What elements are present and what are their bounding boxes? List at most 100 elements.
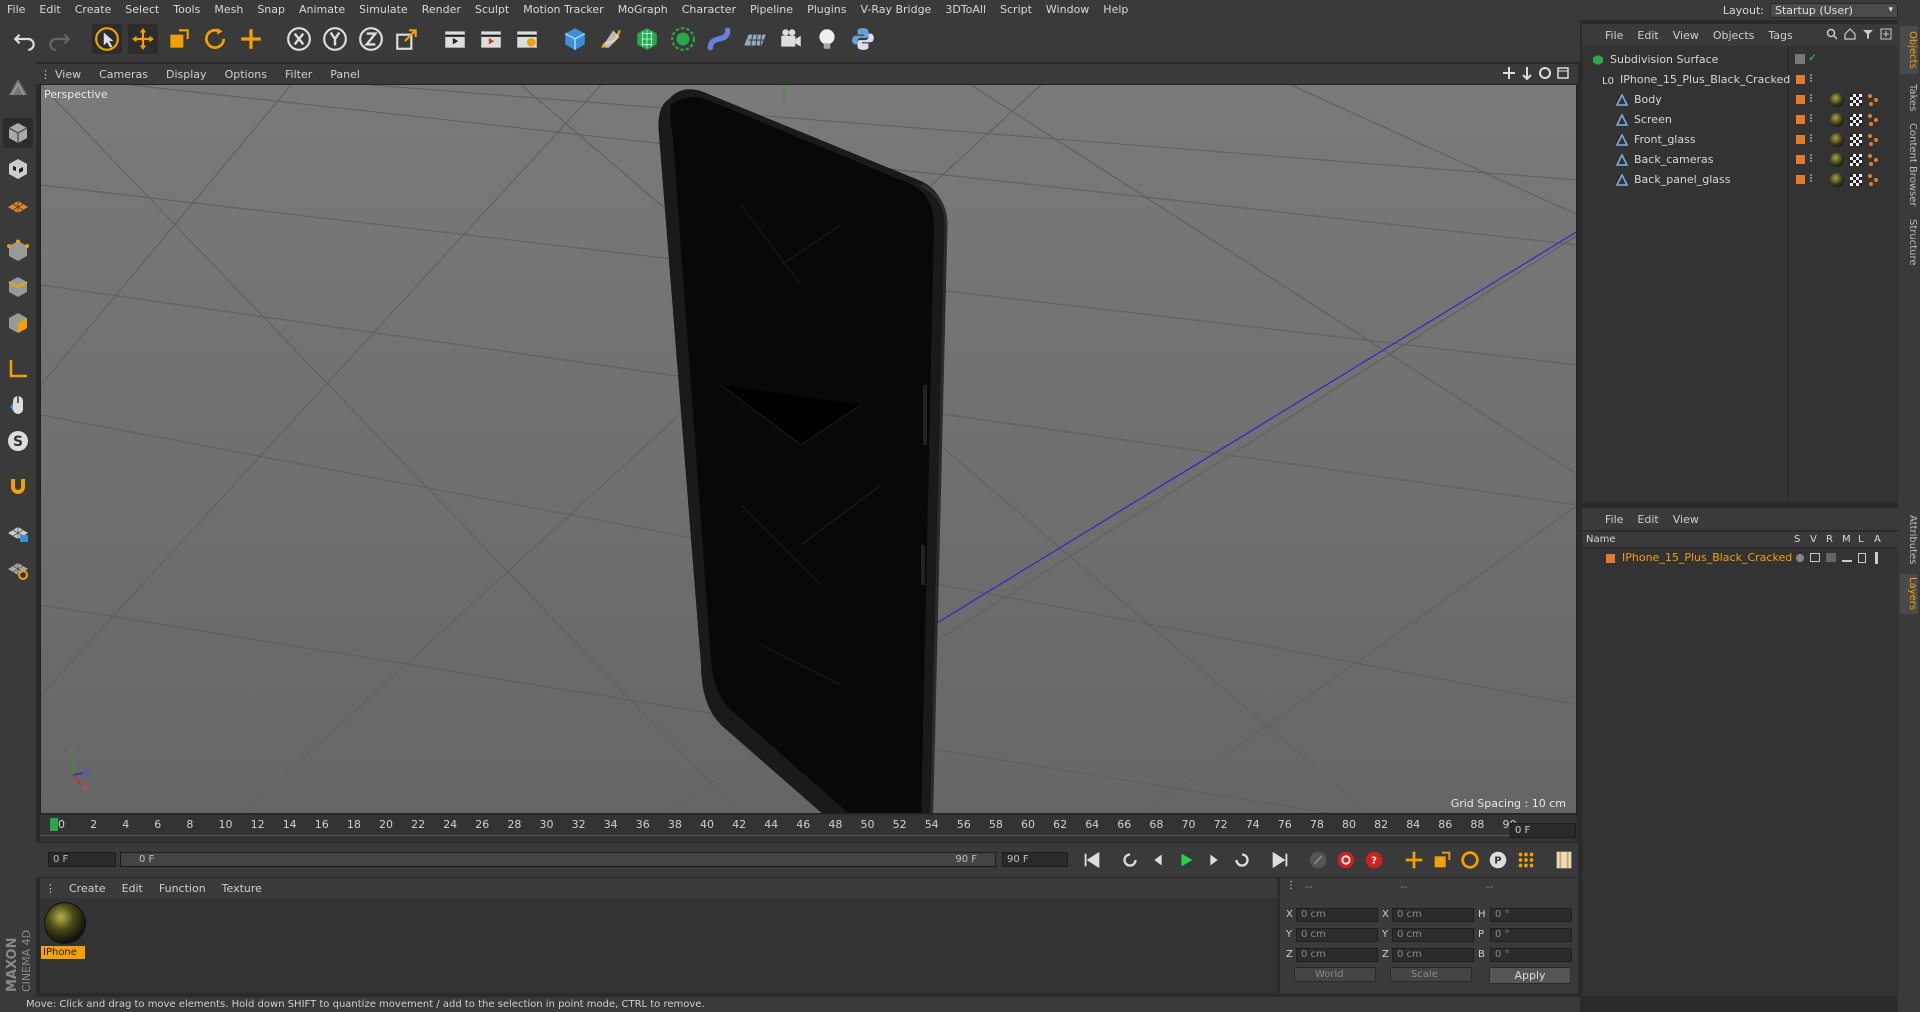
next-key-icon[interactable] bbox=[1230, 848, 1254, 872]
object-row[interactable]: Front_glass bbox=[1582, 130, 1898, 150]
next-frame-icon[interactable] bbox=[1202, 848, 1226, 872]
position-value-field[interactable]: 0 cm bbox=[1296, 908, 1378, 922]
texture-mode-icon[interactable] bbox=[3, 154, 33, 184]
camera-icon[interactable] bbox=[776, 24, 806, 54]
start-frame-field[interactable]: 0 F bbox=[48, 852, 116, 867]
end-frame-field[interactable]: 90 F bbox=[1002, 852, 1068, 867]
deformer-icon[interactable] bbox=[704, 24, 734, 54]
viewport-menu-view[interactable]: View bbox=[46, 68, 90, 81]
go-to-start-icon[interactable] bbox=[1080, 848, 1104, 872]
x-axis-lock-icon[interactable] bbox=[284, 24, 314, 54]
rotate-tool-icon[interactable] bbox=[200, 24, 230, 54]
tab-content-browser[interactable]: Content Browser bbox=[1900, 122, 1918, 208]
rotation-value-field[interactable]: 0 ° bbox=[1490, 908, 1572, 922]
menu-help[interactable]: Help bbox=[1096, 0, 1135, 20]
menu-snap[interactable]: Snap bbox=[250, 0, 292, 20]
menu-pipeline[interactable]: Pipeline bbox=[743, 0, 800, 20]
viewport-menu-options[interactable]: Options bbox=[216, 68, 276, 81]
timeline-window-icon[interactable] bbox=[1552, 848, 1576, 872]
material-tag-icon[interactable] bbox=[1830, 153, 1844, 167]
menu-motion-tracker[interactable]: Motion Tracker bbox=[516, 0, 610, 20]
layer-color-chip[interactable] bbox=[1796, 135, 1805, 144]
viewport-menu-filter[interactable]: Filter bbox=[276, 68, 321, 81]
key-parameter-icon[interactable]: P bbox=[1486, 848, 1510, 872]
uvw-tag-icon[interactable] bbox=[1850, 94, 1862, 106]
perspective-viewport[interactable]: Y Z X bbox=[40, 84, 1577, 814]
material-preview-swatch[interactable] bbox=[44, 902, 86, 944]
object-name[interactable]: Body bbox=[1634, 93, 1662, 106]
menu-character[interactable]: Character bbox=[675, 0, 743, 20]
motion-record-icon[interactable] bbox=[1306, 848, 1330, 872]
layer-col-m[interactable]: M bbox=[1842, 534, 1851, 545]
floor-icon[interactable] bbox=[740, 24, 770, 54]
object-name[interactable]: Screen bbox=[1634, 113, 1672, 126]
subdivision-surface-icon[interactable] bbox=[632, 24, 662, 54]
tab-attributes[interactable]: Attributes bbox=[1900, 510, 1918, 570]
object-row[interactable]: Subdivision Surface ✓ bbox=[1582, 50, 1898, 70]
tab-structure[interactable]: Structure bbox=[1900, 214, 1918, 270]
material-menu-texture[interactable]: Texture bbox=[214, 882, 270, 895]
pen-spline-icon[interactable] bbox=[596, 24, 626, 54]
points-mode-icon[interactable] bbox=[3, 236, 33, 266]
menu-plugins[interactable]: Plugins bbox=[800, 0, 853, 20]
material-tag-icon[interactable] bbox=[1830, 93, 1844, 107]
uvw-tag-icon[interactable] bbox=[1850, 134, 1862, 146]
rotation-value-field[interactable]: 0 ° bbox=[1490, 928, 1572, 942]
layer-visible-icon[interactable] bbox=[1810, 553, 1820, 562]
selection-tag-icon[interactable] bbox=[1866, 113, 1880, 127]
position-value-field[interactable]: 0 cm bbox=[1296, 928, 1378, 942]
redo-icon[interactable] bbox=[44, 24, 74, 54]
polygons-mode-icon[interactable] bbox=[3, 308, 33, 338]
frame-range-slider[interactable]: 0 F 90 F bbox=[120, 852, 996, 867]
filter-icon[interactable] bbox=[1862, 28, 1874, 40]
material-menu-edit[interactable]: Edit bbox=[114, 882, 151, 895]
menu-animate[interactable]: Animate bbox=[292, 0, 352, 20]
key-rotation-icon[interactable] bbox=[1458, 848, 1482, 872]
layer-row[interactable]: IPhone_15_Plus_Black_Cracked bbox=[1582, 550, 1898, 566]
size-value-field[interactable]: 0 cm bbox=[1392, 928, 1474, 942]
menu-tools[interactable]: Tools bbox=[166, 0, 207, 20]
uvw-tag-icon[interactable] bbox=[1850, 114, 1862, 126]
render-picture-viewer-icon[interactable] bbox=[476, 24, 506, 54]
object-row[interactable]: Body bbox=[1582, 90, 1898, 110]
menu-file[interactable]: File bbox=[0, 0, 32, 20]
array-cloner-icon[interactable] bbox=[668, 24, 698, 54]
layer-color-chip[interactable] bbox=[1796, 115, 1805, 124]
iphone-model[interactable] bbox=[658, 89, 948, 814]
render-settings-icon[interactable] bbox=[512, 24, 542, 54]
render-visibility-icon[interactable] bbox=[1810, 134, 1813, 142]
tab-objects[interactable]: Objects bbox=[1900, 26, 1918, 74]
light-icon[interactable] bbox=[812, 24, 842, 54]
menu-mesh[interactable]: Mesh bbox=[207, 0, 250, 20]
menu-create[interactable]: Create bbox=[68, 0, 119, 20]
layer-menu-edit[interactable]: Edit bbox=[1630, 513, 1665, 526]
undo-icon[interactable] bbox=[10, 24, 40, 54]
material-menu-function[interactable]: Function bbox=[151, 882, 214, 895]
render-visibility-icon[interactable] bbox=[1810, 154, 1813, 162]
material-tag-icon[interactable] bbox=[1830, 133, 1844, 147]
z-axis-lock-icon[interactable] bbox=[356, 24, 386, 54]
layer-menu-view[interactable]: View bbox=[1666, 513, 1706, 526]
tab-takes[interactable]: Takes bbox=[1900, 80, 1918, 116]
current-frame-field[interactable]: 0 F bbox=[1510, 823, 1576, 838]
menu-render[interactable]: Render bbox=[415, 0, 468, 20]
lock-workplane-icon[interactable] bbox=[3, 518, 33, 548]
render-view-icon[interactable] bbox=[440, 24, 470, 54]
layer-color-chip[interactable] bbox=[1796, 155, 1805, 164]
object-row[interactable]: Back_panel_glass bbox=[1582, 170, 1898, 190]
tweak-mode-icon[interactable] bbox=[3, 390, 33, 420]
material-menu-create[interactable]: Create bbox=[61, 882, 114, 895]
model-mode-icon[interactable] bbox=[3, 118, 33, 148]
live-selection-icon[interactable] bbox=[92, 24, 122, 54]
size-mode-dropdown[interactable]: Scale bbox=[1390, 967, 1472, 982]
previous-frame-icon[interactable] bbox=[1146, 848, 1170, 872]
viewport-rotate-icon[interactable] bbox=[1538, 66, 1552, 80]
object-menu-objects[interactable]: Objects bbox=[1706, 29, 1762, 42]
apply-button[interactable]: Apply bbox=[1489, 967, 1571, 984]
object-menu-tags[interactable]: Tags bbox=[1761, 29, 1799, 42]
autokey-icon[interactable]: ? bbox=[1362, 848, 1386, 872]
layer-col-v[interactable]: V bbox=[1810, 534, 1817, 545]
rotation-value-field[interactable]: 0 ° bbox=[1490, 948, 1572, 962]
object-name[interactable]: Back_panel_glass bbox=[1634, 173, 1730, 186]
record-active-icon[interactable] bbox=[1334, 848, 1358, 872]
